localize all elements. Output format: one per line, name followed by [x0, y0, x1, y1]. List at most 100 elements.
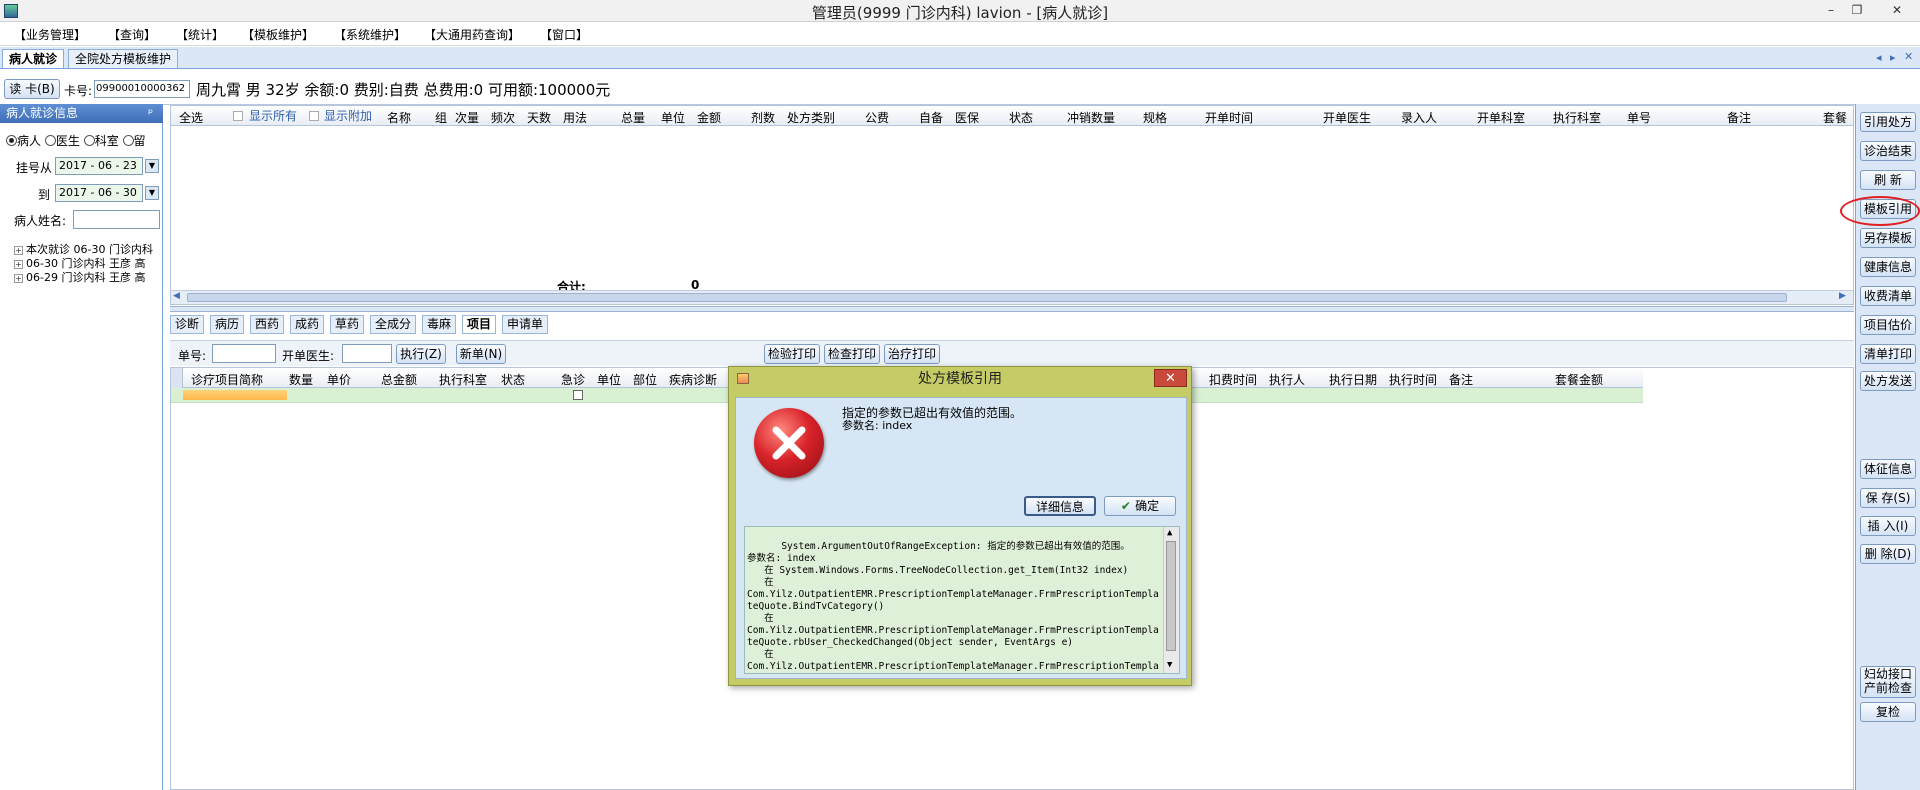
tab-patent-medicine[interactable]: 成药 [290, 315, 325, 334]
col-usage[interactable]: 用法 [563, 109, 587, 126]
details-scroll-thumb[interactable] [1166, 541, 1176, 651]
tab-next-icon[interactable]: ▸ [1890, 51, 1896, 64]
ok-button[interactable]: ✔ 确定 [1104, 496, 1176, 516]
fee-list-button[interactable]: 收费清单 [1860, 286, 1916, 306]
show-all-checkbox[interactable] [233, 111, 243, 121]
radio-department[interactable] [83, 135, 95, 146]
col-exec-date[interactable]: 执行日期 [1329, 371, 1377, 388]
col-entered-by[interactable]: 录入人 [1401, 109, 1437, 126]
tab-full-ingredient[interactable]: 全成分 [370, 315, 417, 334]
col-self-provided[interactable]: 自备 [919, 109, 943, 126]
select-all-header[interactable]: 全选 [179, 109, 203, 126]
scrollbar-thumb[interactable] [187, 293, 1787, 302]
pin-icon[interactable]: ᵖ [148, 104, 153, 123]
col-item-unit[interactable]: 单位 [597, 371, 621, 388]
tab-narcotics[interactable]: 毒麻 [422, 315, 457, 334]
delete-button[interactable]: 删 除(D) [1860, 544, 1916, 564]
col-order-no[interactable]: 单号 [1627, 109, 1651, 126]
tab-prev-icon[interactable]: ◂ [1876, 51, 1882, 64]
minimize-button[interactable]: – [1818, 2, 1844, 18]
item-estimate-button[interactable]: 项目估价 [1860, 315, 1916, 335]
execute-button[interactable]: 执行(Z) [396, 344, 446, 364]
tab-western-medicine[interactable]: 西药 [250, 315, 285, 334]
tab-medical-record[interactable]: 病历 [210, 315, 245, 334]
recheck-button[interactable]: 复检 [1860, 702, 1916, 722]
col-days[interactable]: 天数 [527, 109, 551, 126]
col-name[interactable]: 名称 [387, 109, 411, 126]
list-print-button[interactable]: 清单打印 [1860, 344, 1916, 364]
col-frequency[interactable]: 频次 [491, 109, 515, 126]
save-button[interactable]: 保 存(S) [1860, 488, 1916, 508]
col-remark[interactable]: 备注 [1727, 109, 1751, 126]
expand-icon[interactable]: + [14, 274, 23, 283]
date-to-dropdown-icon[interactable]: ▼ [145, 186, 159, 200]
show-extra-checkbox[interactable] [309, 111, 319, 121]
col-unit[interactable]: 单位 [661, 109, 685, 126]
col-exec-department[interactable]: 执行科室 [439, 371, 487, 388]
maternal-prenatal-button[interactable]: 妇幼接口 产前检查 [1860, 666, 1916, 698]
col-unit-price[interactable]: 单价 [327, 371, 351, 388]
read-card-button[interactable]: 读 卡(B) [4, 79, 60, 99]
details-scrollbar[interactable]: ▲ ▼ [1163, 527, 1179, 673]
col-order-time[interactable]: 开单时间 [1205, 109, 1253, 126]
insert-button[interactable]: 插 入(I) [1860, 516, 1916, 536]
tab-diagnosis[interactable]: 诊断 [170, 315, 205, 334]
menu-statistics[interactable]: 【统计】 [176, 26, 224, 43]
patient-name-input[interactable] [73, 210, 160, 229]
visit-tree-item[interactable]: +06-29 门诊内科 王彦 高 [14, 269, 164, 285]
horizontal-scrollbar[interactable]: ◀ ▶ [171, 290, 1853, 304]
col-dose[interactable]: 次量 [455, 109, 479, 126]
col-doses[interactable]: 剂数 [751, 109, 775, 126]
col-order-doctor[interactable]: 开单医生 [1323, 109, 1371, 126]
menu-drug-query[interactable]: 【大通用药查询】 [424, 26, 520, 43]
lab-print-button[interactable]: 检验打印 [764, 344, 820, 364]
order-no-input[interactable] [212, 344, 276, 363]
col-exec-time[interactable]: 执行时间 [1389, 371, 1437, 388]
menu-query[interactable]: 【查询】 [108, 26, 156, 43]
treatment-print-button[interactable]: 治疗打印 [884, 344, 940, 364]
close-window-button[interactable]: ✕ [1880, 2, 1914, 18]
menu-window[interactable]: 【窗口】 [540, 26, 588, 43]
new-order-button[interactable]: 新单(N) [456, 344, 506, 364]
col-body-part[interactable]: 部位 [633, 371, 657, 388]
col-group[interactable]: 组 [435, 109, 447, 126]
splitter[interactable] [170, 306, 1854, 312]
scroll-down-icon[interactable]: ▼ [1167, 659, 1172, 671]
col-rx-category[interactable]: 处方类别 [787, 109, 835, 126]
menu-template[interactable]: 【模板维护】 [242, 26, 314, 43]
restore-button[interactable]: ❐ [1844, 2, 1870, 18]
menu-system[interactable]: 【系统维护】 [334, 26, 406, 43]
health-info-button[interactable]: 健康信息 [1860, 257, 1916, 277]
quote-prescription-button[interactable]: 引用处方 [1860, 112, 1916, 132]
col-charge-time[interactable]: 扣费时间 [1209, 371, 1257, 388]
col-executor[interactable]: 执行人 [1269, 371, 1305, 388]
col-insurance[interactable]: 医保 [955, 109, 979, 126]
save-template-button[interactable]: 另存模板 [1860, 228, 1916, 248]
tab-herbal[interactable]: 草药 [330, 315, 365, 334]
col-status[interactable]: 状态 [1009, 109, 1033, 126]
col-item-status[interactable]: 状态 [501, 371, 525, 388]
col-package[interactable]: 套餐 [1823, 109, 1847, 126]
menu-business[interactable]: 【业务管理】 [14, 26, 86, 43]
col-public-fee[interactable]: 公费 [865, 109, 889, 126]
exception-details[interactable]: System.ArgumentOutOfRangeException: 指定的参… [744, 526, 1180, 674]
tab-close-icon[interactable]: ✕ [1904, 50, 1913, 63]
details-button[interactable]: 详细信息 [1024, 496, 1096, 516]
col-quantity[interactable]: 数量 [289, 371, 313, 388]
emergency-checkbox[interactable] [573, 390, 583, 400]
scroll-right-icon[interactable]: ▶ [1839, 291, 1846, 301]
col-total-amount[interactable]: 总金额 [381, 371, 417, 388]
scroll-up-icon[interactable]: ▲ [1167, 527, 1172, 539]
expand-icon[interactable]: + [14, 260, 23, 269]
radio-stay[interactable] [122, 135, 134, 146]
col-emergency[interactable]: 急诊 [561, 371, 585, 388]
radio-patient[interactable] [6, 135, 17, 146]
tab-request-form[interactable]: 申请单 [502, 315, 549, 334]
col-order-dept[interactable]: 开单科室 [1477, 109, 1525, 126]
vital-signs-button[interactable]: 体征信息 [1860, 459, 1916, 479]
col-total[interactable]: 总量 [621, 109, 645, 126]
col-exec-dept[interactable]: 执行科室 [1553, 109, 1601, 126]
order-doctor-input[interactable] [342, 344, 392, 363]
col-package-amount[interactable]: 套餐金额 [1555, 371, 1603, 388]
tab-patient-visit[interactable]: 病人就诊 [2, 49, 65, 68]
